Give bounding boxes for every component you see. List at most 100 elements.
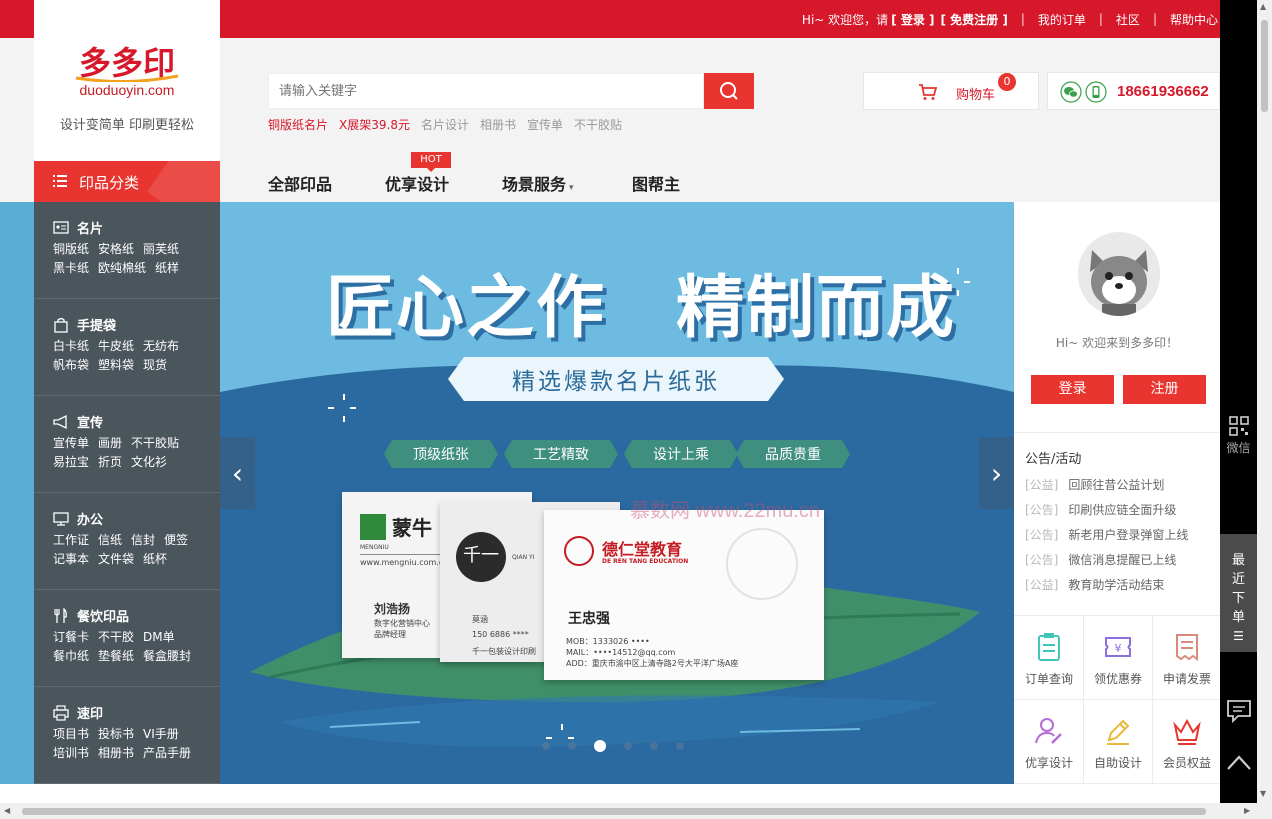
horizontal-scrollbar[interactable]: ◀ ▶ bbox=[0, 803, 1272, 819]
category-link[interactable]: 餐巾纸 bbox=[53, 647, 89, 666]
hot-search-word[interactable]: 名片设计 bbox=[421, 116, 469, 133]
category-link[interactable]: 不干胶贴 bbox=[131, 434, 179, 453]
register-button[interactable]: 注册 bbox=[1123, 375, 1206, 404]
hot-search-word[interactable]: 不干胶贴 bbox=[574, 116, 622, 133]
nav-scene-service[interactable]: 场景服务 ▾ bbox=[502, 171, 574, 195]
category-title[interactable]: 手提袋 bbox=[53, 315, 116, 334]
sidebar-category[interactable]: 办公 工作证 信纸 信封 便签 记事本 文件袋 纸杯 bbox=[34, 493, 220, 590]
sidebar-category[interactable]: 手提袋白卡纸 牛皮纸 无纺布帆布袋 塑料袋 现货 bbox=[34, 299, 220, 396]
category-link[interactable]: DM单 bbox=[143, 628, 175, 647]
category-link[interactable]: 丽芙纸 bbox=[143, 240, 179, 259]
category-header[interactable]: 印品分类 bbox=[34, 161, 220, 202]
category-link[interactable]: 画册 bbox=[98, 434, 122, 453]
category-link[interactable]: 黑卡纸 bbox=[53, 259, 89, 278]
pagination-dot[interactable] bbox=[650, 742, 658, 750]
service-coupon[interactable]: ¥ 领优惠券 bbox=[1083, 616, 1153, 700]
category-link[interactable]: 宣传单 bbox=[53, 434, 89, 453]
back-to-top-button[interactable] bbox=[1220, 752, 1257, 775]
horizontal-scroll-thumb[interactable] bbox=[22, 808, 1206, 815]
category-link[interactable]: 不干胶 bbox=[98, 628, 134, 647]
wechat-icon[interactable] bbox=[1060, 81, 1082, 103]
category-title[interactable]: 速印 bbox=[53, 703, 103, 722]
scroll-left-arrow-icon[interactable]: ◀ bbox=[4, 806, 10, 815]
category-link[interactable]: 餐盒腰封 bbox=[143, 647, 191, 666]
my-orders-link[interactable]: 我的订单 bbox=[1038, 11, 1086, 28]
register-link[interactable]: [ 免费注册 ] bbox=[940, 11, 1007, 28]
hot-search-word[interactable]: X展架39.8元 bbox=[339, 116, 410, 133]
category-link[interactable]: 培训书 bbox=[53, 744, 89, 763]
hot-search-word[interactable]: 相册书 bbox=[480, 116, 516, 133]
category-link[interactable]: 纸样 bbox=[155, 259, 179, 278]
scroll-down-arrow-icon[interactable]: ▼ bbox=[1260, 789, 1266, 798]
notice-item[interactable]: [公告] 印刷供应链全面升级 bbox=[1025, 498, 1188, 523]
category-link[interactable]: 安格纸 bbox=[98, 240, 134, 259]
category-link[interactable]: VI手册 bbox=[143, 725, 179, 744]
service-designer[interactable]: 优享设计 bbox=[1014, 700, 1084, 784]
scroll-up-arrow-icon[interactable]: ▲ bbox=[1260, 2, 1266, 11]
login-link[interactable]: [ 登录 ] bbox=[891, 11, 934, 28]
feedback-button[interactable] bbox=[1220, 698, 1257, 727]
category-link[interactable]: 垫餐纸 bbox=[98, 647, 134, 666]
service-clipboard[interactable]: 订单查询 bbox=[1014, 616, 1084, 700]
category-title[interactable]: 名片 bbox=[53, 218, 103, 237]
search-input[interactable] bbox=[269, 74, 703, 108]
cart-button[interactable]: 购物车 0 bbox=[863, 72, 1039, 110]
banner-next-button[interactable]: › bbox=[979, 437, 1014, 509]
category-title[interactable]: 餐饮印品 bbox=[53, 606, 129, 625]
notice-item[interactable]: [公告] 微信消息提醒已上线 bbox=[1025, 548, 1188, 573]
category-title[interactable]: 办公 bbox=[53, 509, 103, 528]
category-link[interactable]: 铜版纸 bbox=[53, 240, 89, 259]
pagination-dot[interactable] bbox=[542, 742, 550, 750]
vertical-scrollbar[interactable]: ▲ ▼ bbox=[1257, 0, 1272, 803]
sidebar-category[interactable]: 餐饮印品 订餐卡 不干胶 DM单 餐巾纸 垫餐纸 餐盒腰封 bbox=[34, 590, 220, 687]
pagination-dot[interactable] bbox=[676, 742, 684, 750]
login-button[interactable]: 登录 bbox=[1031, 375, 1114, 404]
category-link[interactable]: 便签 bbox=[164, 531, 188, 550]
sidebar-category[interactable]: 名片铜版纸 安格纸 丽芙纸黑卡纸 欧纯棉纸 纸样 bbox=[34, 202, 220, 299]
category-link[interactable]: 文化衫 bbox=[131, 453, 167, 472]
category-link[interactable]: 信纸 bbox=[98, 531, 122, 550]
hero-banner[interactable]: 匠心之作 精制而成 精选爆款名片纸张 顶级纸张 工艺精致 设计上乘 品质贵重 蒙… bbox=[220, 202, 1014, 784]
pagination-dot-active[interactable] bbox=[594, 740, 606, 752]
category-link[interactable]: 无纺布 bbox=[143, 337, 179, 356]
category-link[interactable]: 产品手册 bbox=[143, 744, 191, 763]
category-title[interactable]: 宣传 bbox=[53, 412, 103, 431]
logo-card[interactable]: 多多印 duoduoyin.com 设计变简单 印刷更轻松 bbox=[34, 0, 220, 161]
category-link[interactable]: 记事本 bbox=[53, 550, 89, 569]
vertical-scroll-thumb[interactable] bbox=[1261, 20, 1268, 112]
category-link[interactable]: 帆布袋 bbox=[53, 356, 89, 375]
wechat-qr-button[interactable]: 微信 bbox=[1220, 416, 1257, 456]
category-link[interactable]: 相册书 bbox=[98, 744, 134, 763]
notice-item[interactable]: [公告] 新老用户登录弹窗上线 bbox=[1025, 523, 1188, 548]
category-link[interactable]: 折页 bbox=[98, 453, 122, 472]
category-link[interactable]: 信封 bbox=[131, 531, 155, 550]
category-link[interactable]: 纸杯 bbox=[143, 550, 167, 569]
category-link[interactable]: 易拉宝 bbox=[53, 453, 89, 472]
recent-orders-button[interactable]: 最 近 下 单 ☰ bbox=[1220, 534, 1257, 652]
category-link[interactable]: 塑料袋 bbox=[98, 356, 134, 375]
nav-all-products[interactable]: 全部印品 bbox=[268, 171, 332, 195]
category-link[interactable]: 牛皮纸 bbox=[98, 337, 134, 356]
pagination-dot[interactable] bbox=[568, 742, 576, 750]
category-link[interactable]: 欧纯棉纸 bbox=[98, 259, 146, 278]
notice-item[interactable]: [公益] 回顾往昔公益计划 bbox=[1025, 473, 1188, 498]
category-link[interactable]: 文件袋 bbox=[98, 550, 134, 569]
hot-search-word[interactable]: 宣传单 bbox=[527, 116, 563, 133]
service-crown[interactable]: 会员权益 bbox=[1152, 700, 1222, 784]
category-link[interactable]: 白卡纸 bbox=[53, 337, 89, 356]
service-invoice[interactable]: 申请发票 bbox=[1152, 616, 1222, 700]
category-link[interactable]: 投标书 bbox=[98, 725, 134, 744]
banner-prev-button[interactable]: ‹ bbox=[220, 437, 255, 509]
search-button[interactable] bbox=[704, 73, 754, 109]
mobile-icon[interactable] bbox=[1085, 81, 1107, 103]
service-pencil[interactable]: 自助设计 bbox=[1083, 700, 1153, 784]
community-link[interactable]: 社区 bbox=[1116, 11, 1140, 28]
sidebar-category[interactable]: 宣传宣传单 画册 不干胶贴易拉宝 折页 文化衫 bbox=[34, 396, 220, 493]
scroll-right-arrow-icon[interactable]: ▶ bbox=[1244, 806, 1250, 815]
nav-tubangzhu[interactable]: 图帮主 bbox=[632, 171, 680, 195]
hot-search-word[interactable]: 铜版纸名片 bbox=[268, 116, 328, 133]
sidebar-category[interactable]: 速印 项目书 投标书 VI手册 培训书 相册书 产品手册 bbox=[34, 687, 220, 784]
category-link[interactable]: 现货 bbox=[143, 356, 167, 375]
nav-premium-design[interactable]: 优享设计 bbox=[385, 171, 449, 195]
help-link[interactable]: 帮助中心 bbox=[1170, 11, 1218, 28]
